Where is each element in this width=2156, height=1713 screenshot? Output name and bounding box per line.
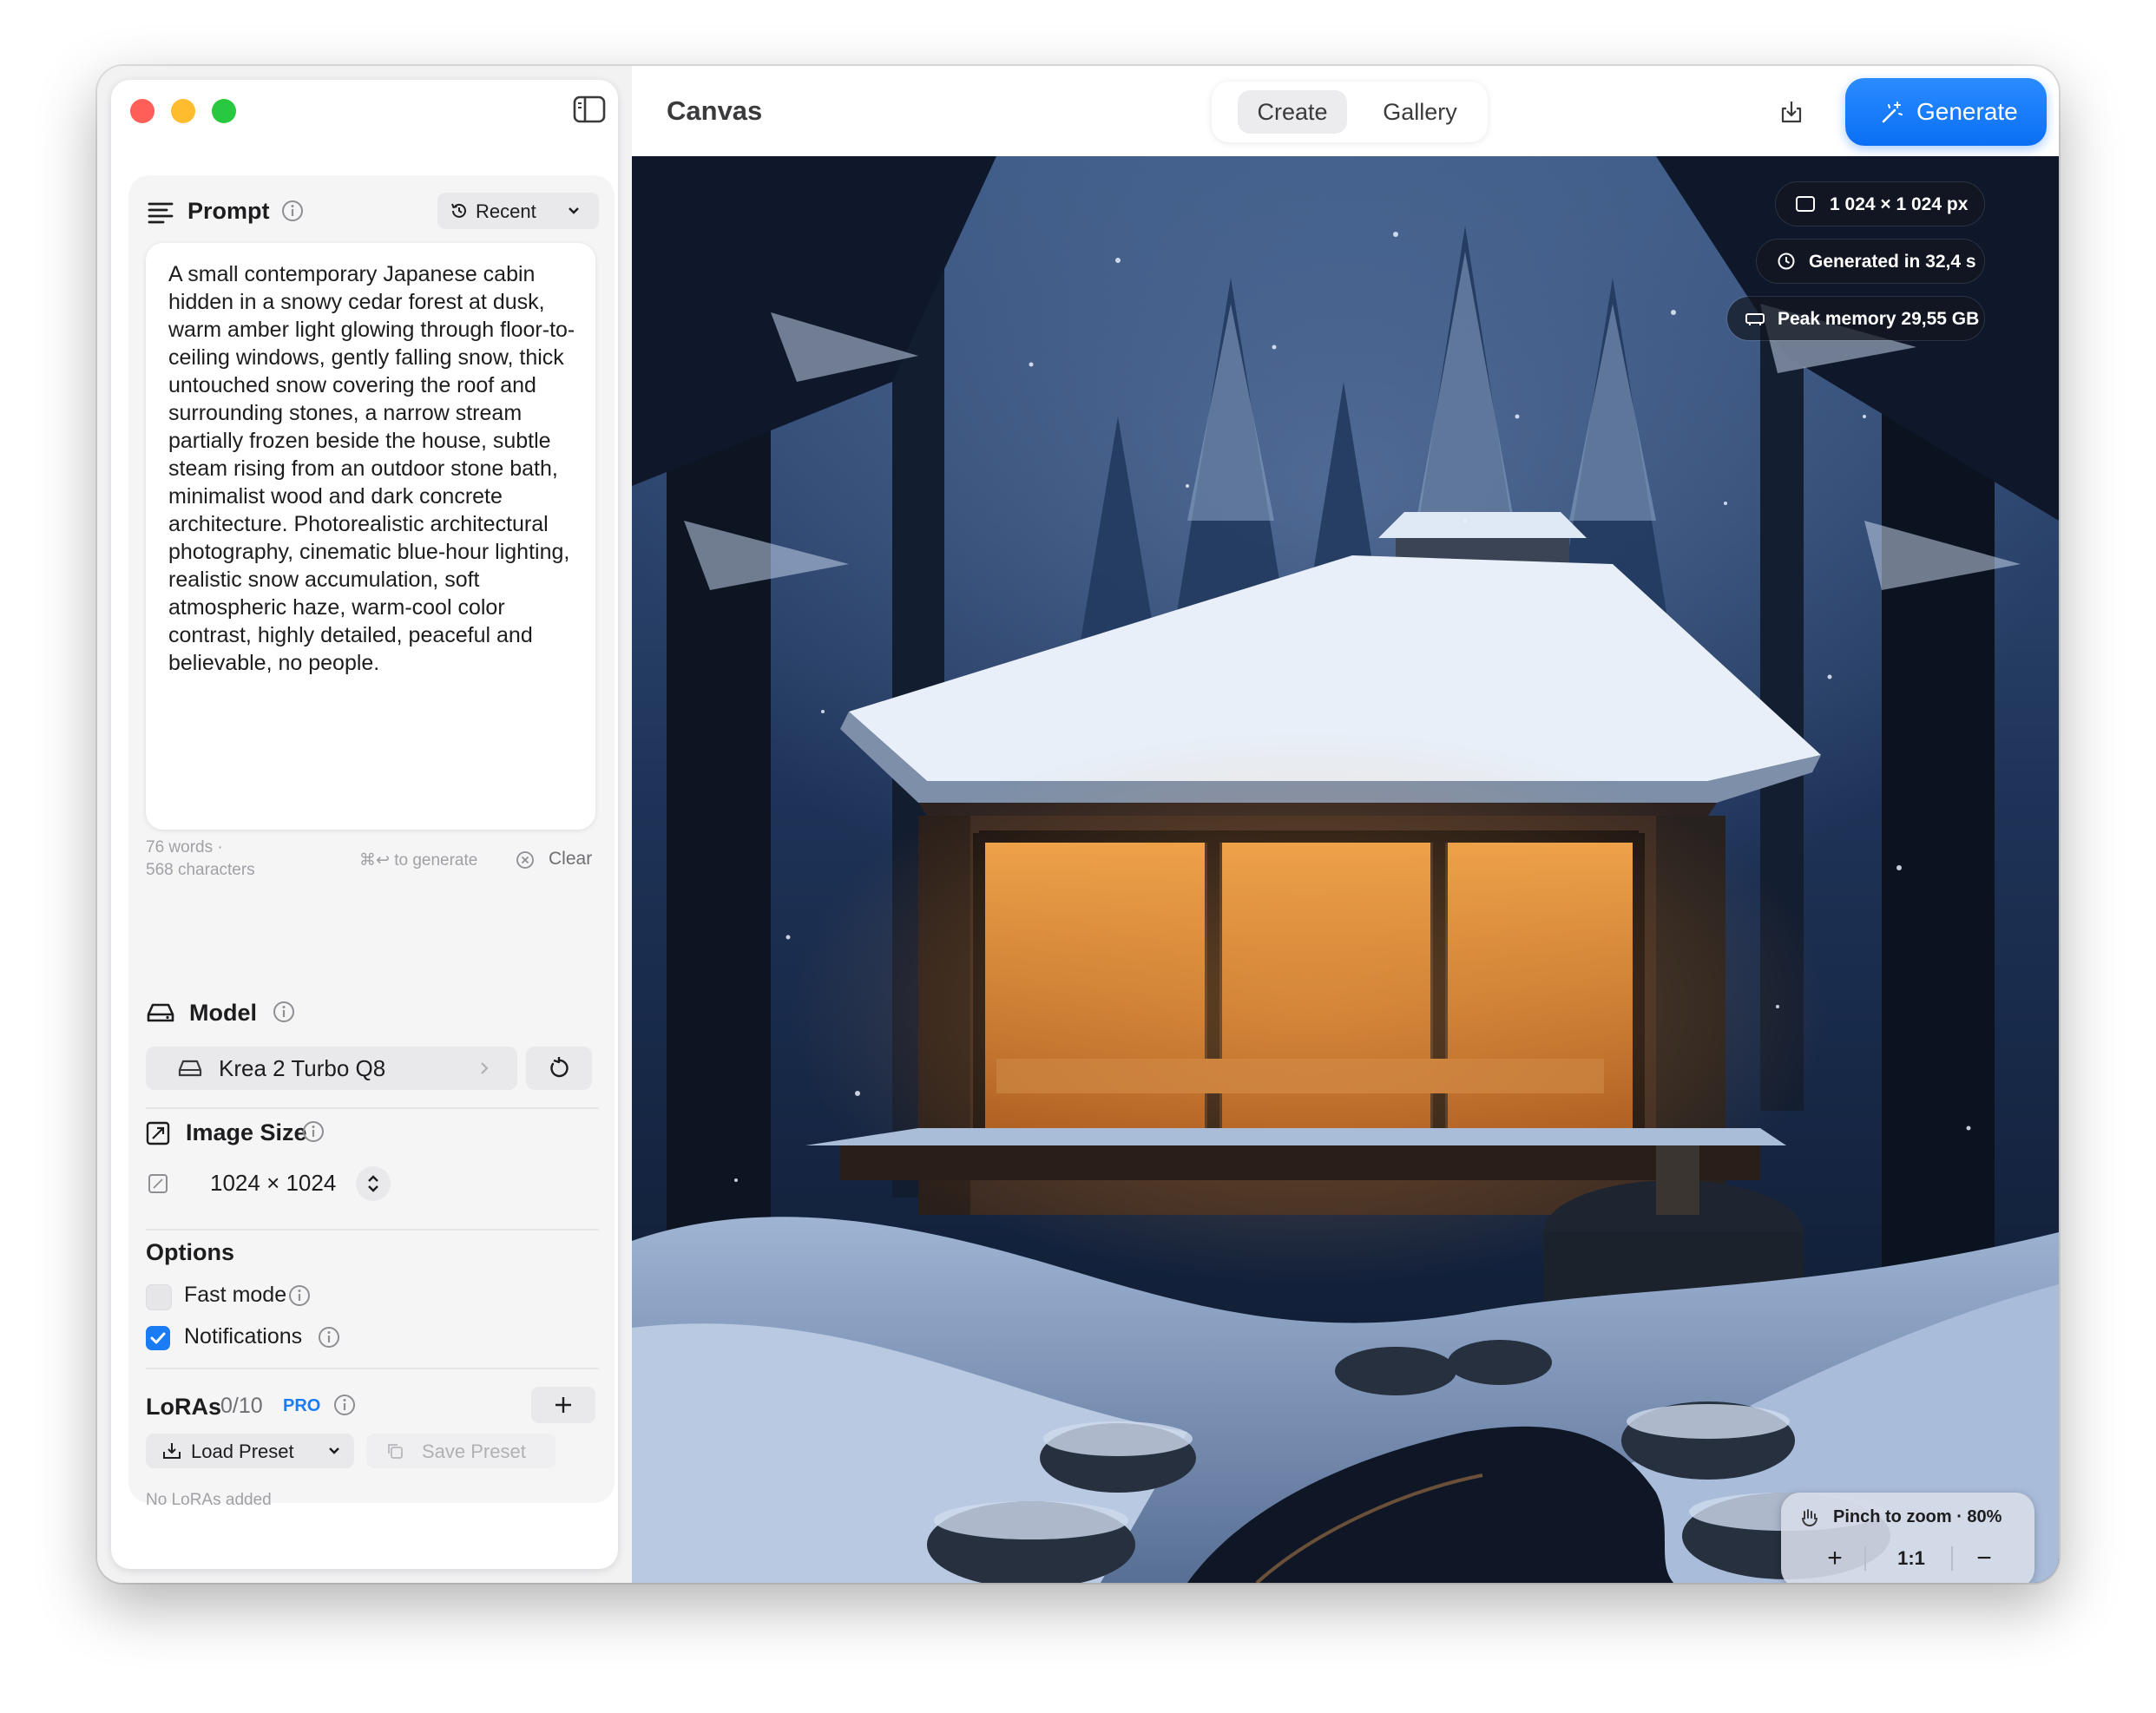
memory-chip-icon — [1745, 313, 1765, 325]
generate-label: Generate — [1916, 98, 2018, 125]
prompt-title: Prompt — [187, 198, 270, 224]
square-icon — [1796, 196, 1815, 212]
app-title: Canvas — [667, 95, 763, 126]
resize-icon — [146, 1121, 170, 1145]
save-preset-label: Save Preset — [422, 1441, 526, 1462]
loras-count: 0/10 — [220, 1394, 263, 1418]
model-selector[interactable]: Krea 2 Turbo Q8 — [146, 1047, 517, 1090]
actual-size-button[interactable]: 1:1 — [1885, 1541, 1937, 1576]
clear-button[interactable]: Clear — [549, 849, 592, 870]
selected-model: Krea 2 Turbo Q8 — [219, 1055, 386, 1081]
image-size-badge: 1 024 × 1 024 px — [1776, 182, 1984, 226]
recent-label: Recent — [476, 200, 536, 222]
image-size-badge-text: 1 024 × 1 024 px — [1830, 194, 1969, 214]
pro-badge: PRO — [283, 1396, 321, 1415]
zoom-window-button[interactable] — [212, 99, 236, 123]
notifications-label: Notifications — [184, 1324, 303, 1349]
image-size-stepper[interactable] — [356, 1166, 391, 1201]
app-window: Prompt Recent A small contemporary Japan — [97, 66, 2059, 1583]
image-size-title: Image Size — [186, 1119, 307, 1145]
reset-icon — [550, 1057, 569, 1078]
sidebar-toggle-icon[interactable] — [573, 95, 606, 123]
model-info-icon[interactable] — [273, 1001, 295, 1023]
clear-icon[interactable] — [516, 850, 535, 870]
loras-title: LoRAs — [146, 1394, 221, 1420]
tab-create[interactable]: Create — [1238, 90, 1347, 134]
download-icon — [1781, 102, 1802, 123]
fast-mode-checkbox[interactable] — [146, 1284, 172, 1310]
checkmark-icon — [150, 1332, 166, 1344]
drive-icon — [178, 1060, 202, 1077]
minimize-window-button[interactable] — [171, 99, 195, 123]
mode-switcher: Create Gallery — [1212, 82, 1488, 142]
load-preset-button[interactable]: Load Preset — [146, 1434, 354, 1468]
image-size-value[interactable]: 1024 × 1024 — [210, 1170, 336, 1197]
zoom-control: Pinch to zoom · 80% + 1:1 − — [1781, 1493, 2034, 1583]
image-size-info-icon[interactable] — [302, 1120, 325, 1143]
fast-mode-info-icon[interactable] — [288, 1284, 311, 1307]
text-lines-icon — [148, 202, 174, 224]
drive-icon — [147, 1003, 174, 1022]
loras-info-icon[interactable] — [333, 1394, 356, 1416]
generate-shortcut-hint: ⌘↩ to generate — [359, 851, 478, 870]
tab-gallery[interactable]: Gallery — [1368, 90, 1472, 134]
character-count: 568 characters — [146, 861, 255, 879]
peak-memory-text: Peak memory 29,55 GB — [1778, 309, 1980, 329]
no-loras-text: No LoRAs added — [146, 1491, 272, 1509]
generated-image — [632, 156, 2059, 1583]
notifications-info-icon[interactable] — [318, 1326, 340, 1349]
fast-mode-label: Fast mode — [184, 1283, 287, 1307]
word-count: 76 words · — [146, 838, 223, 856]
chevron-up-down-icon — [368, 1175, 378, 1192]
zoom-out-button[interactable]: − — [1965, 1541, 2003, 1576]
image-canvas[interactable]: 1 024 × 1 024 px Generated in 32,4 s Pea… — [632, 156, 2059, 1583]
recent-prompts-button[interactable]: Recent — [437, 193, 599, 229]
notifications-checkbox[interactable] — [146, 1326, 170, 1350]
divider — [146, 1368, 599, 1369]
tray-download-icon — [163, 1443, 181, 1459]
divider — [146, 1107, 599, 1109]
reset-model-button[interactable] — [526, 1047, 592, 1090]
plus-icon — [555, 1397, 571, 1413]
divider — [1951, 1546, 1953, 1571]
close-window-button[interactable] — [130, 99, 154, 123]
aspect-ratio-icon — [148, 1174, 168, 1193]
generate-button[interactable]: Generate — [1845, 78, 2047, 146]
download-button[interactable] — [1771, 92, 1811, 132]
history-icon — [451, 203, 466, 218]
timer-icon — [1778, 253, 1795, 270]
zoom-in-button[interactable]: + — [1816, 1541, 1854, 1576]
prompt-text: A small contemporary Japanese cabin hidd… — [168, 262, 575, 675]
save-preset-button[interactable]: Save Preset — [366, 1434, 555, 1468]
sidebar: Prompt Recent A small contemporary Japan — [97, 66, 632, 1583]
duplicate-icon — [388, 1444, 403, 1459]
divider — [1864, 1546, 1866, 1571]
model-title: Model — [189, 1000, 257, 1026]
magic-wand-icon — [1882, 102, 1903, 123]
generation-time-badge: Generated in 32,4 s — [1757, 240, 1984, 283]
generation-time-text: Generated in 32,4 s — [1809, 252, 1976, 272]
settings-panel: Prompt Recent A small contemporary Japan — [128, 175, 615, 1509]
chevron-down-icon — [329, 1447, 339, 1454]
prompt-info-icon[interactable] — [281, 200, 304, 222]
load-preset-label: Load Preset — [191, 1441, 294, 1462]
peak-memory-badge: Peak memory 29,55 GB — [1727, 297, 1984, 340]
chevron-down-icon — [569, 207, 579, 214]
add-lora-button[interactable] — [531, 1387, 595, 1423]
pinch-gesture-icon — [1802, 1509, 1817, 1527]
prompt-textarea[interactable]: A small contemporary Japanese cabin hidd… — [146, 243, 595, 830]
chevron-right-icon — [481, 1062, 489, 1074]
options-title: Options — [146, 1239, 234, 1265]
zoom-hint: Pinch to zoom · 80% — [1833, 1507, 2002, 1526]
divider — [146, 1229, 599, 1231]
